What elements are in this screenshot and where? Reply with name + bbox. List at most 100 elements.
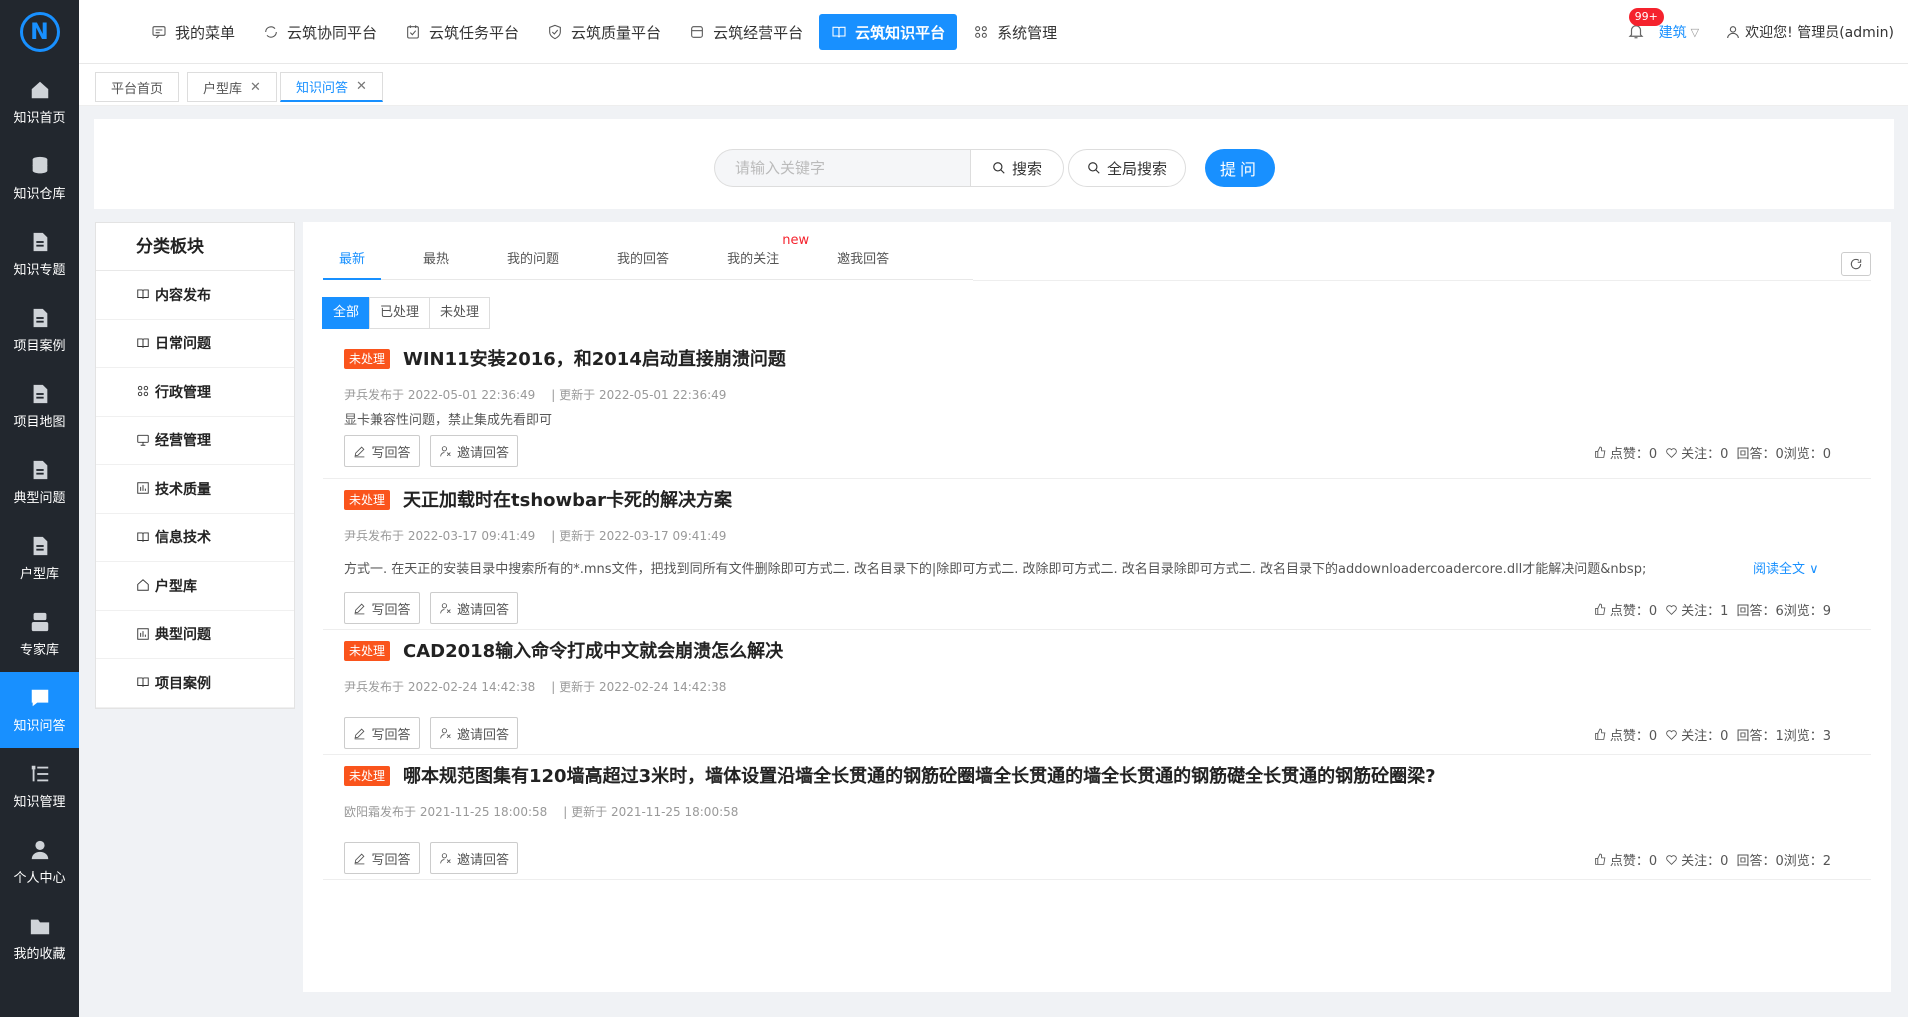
sidebar-item[interactable]: 项目地图 (0, 368, 79, 444)
topnav-item[interactable]: 我的菜单 (139, 14, 247, 50)
app-logo[interactable]: N (0, 0, 79, 64)
sidebar-item[interactable]: 知识问答 (0, 672, 79, 748)
book-icon (136, 530, 151, 545)
sidebar-item[interactable]: 知识仓库 (0, 140, 79, 216)
close-icon[interactable]: ✕ (356, 79, 367, 94)
category-item-label: 户型库 (155, 578, 197, 595)
qa-tabs: 最新 最热 我的问题 我的回答 我的关注 new 邀我回答 (323, 233, 973, 280)
top-right-area: 99+ 建筑 ▽ 欢迎您! 管理员(admin) (1627, 0, 1894, 64)
heart-icon[interactable] (1665, 446, 1678, 459)
chart-icon (136, 627, 151, 642)
category-item[interactable]: 信息技术 (96, 514, 294, 562)
write-answer-button[interactable]: 写回答 (344, 435, 420, 467)
search-button[interactable]: 搜索 (970, 149, 1064, 187)
sidebar-item[interactable]: 典型问题 (0, 444, 79, 520)
question-meta: 欧阳霜发布于 2021-11-25 18:00:58 | 更新于 2021-11-… (344, 803, 738, 820)
qa-tab[interactable]: 我的问题 (491, 240, 575, 280)
qa-tab[interactable]: 我的回答 (601, 240, 685, 280)
list-tree-icon (29, 763, 51, 785)
question-title[interactable]: 天正加载时在tshowbar卡死的解决方案 (403, 486, 732, 512)
invite-icon (440, 602, 451, 613)
updated-info: | 更新于 2022-05-01 22:36:49 (551, 388, 727, 402)
platform-nav: 我的菜单 云筑协同平台 云筑任务平台 云筑质量平台 云筑经营平台 云筑知识平台 系统管理 (139, 14, 1073, 50)
sidebar-item[interactable]: 知识首页 (0, 64, 79, 140)
close-icon[interactable]: ✕ (250, 80, 261, 95)
invite-answer-button[interactable]: 邀请回答 (430, 717, 518, 749)
heart-icon[interactable] (1665, 728, 1678, 741)
sidebar-item[interactable]: 个人中心 (0, 824, 79, 900)
category-item[interactable]: 日常问题 (96, 320, 294, 368)
refresh-button[interactable] (1841, 252, 1871, 276)
like-icon[interactable] (1594, 603, 1607, 616)
sidebar-item[interactable]: 知识管理 (0, 748, 79, 824)
topnav-item[interactable]: 云筑协同平台 (251, 14, 389, 50)
qa-tab[interactable]: 最热 (407, 240, 465, 280)
sidebar-item[interactable]: 项目案例 (0, 292, 79, 368)
page-tab-knowledge-qa[interactable]: 知识问答 ✕ (280, 72, 383, 102)
question-title[interactable]: CAD2018输入命令打成中文就会崩溃怎么解决 (403, 637, 783, 663)
topnav-item[interactable]: 云筑经营平台 (677, 14, 815, 50)
question-title[interactable]: WIN11安装2016，和2014启动直接崩溃问题 (403, 345, 786, 371)
category-item[interactable]: 典型问题 (96, 611, 294, 659)
invite-answer-button[interactable]: 邀请回答 (430, 435, 518, 467)
notification-bell[interactable]: 99+ (1627, 8, 1664, 42)
org-selector[interactable]: 建筑 ▽ (1659, 22, 1699, 42)
qa-tab[interactable]: 我的关注 new (711, 233, 809, 280)
heart-icon[interactable] (1665, 603, 1678, 616)
topnav-item[interactable]: 云筑知识平台 (819, 14, 958, 50)
status-filter: 全部 已处理 未处理 (322, 297, 491, 329)
topnav-item[interactable]: 系统管理 (961, 14, 1069, 50)
question-title[interactable]: 哪本规范图集有120墙高超过3米时，墙体设置沿墙全长贯通的钢筋砼圈墙全长贯通的墙… (403, 762, 1436, 788)
sidebar-item[interactable]: 户型库 (0, 520, 79, 596)
pen-icon (355, 853, 365, 864)
topnav-item[interactable]: 云筑任务平台 (393, 14, 531, 50)
filter-button[interactable]: 全部 (322, 297, 371, 329)
page-tab-house-library[interactable]: 户型库 ✕ (187, 72, 277, 102)
read-more-link[interactable]: 阅读全文 ∨ (1753, 558, 1819, 577)
like-icon[interactable] (1594, 728, 1607, 741)
write-answer-button[interactable]: 写回答 (344, 592, 420, 624)
sidebar-item[interactable]: 知识专题 (0, 216, 79, 292)
new-badge: new (782, 233, 810, 248)
qa-tab[interactable]: 邀我回答 (821, 240, 905, 280)
top-bar: 我的菜单 云筑协同平台 云筑任务平台 云筑质量平台 云筑经营平台 云筑知识平台 系统管理 9… (79, 0, 1908, 64)
pen-icon (355, 728, 365, 739)
category-item[interactable]: 技术质量 (96, 465, 294, 514)
welcome-text[interactable]: 欢迎您! 管理员(admin) (1745, 22, 1894, 42)
invite-icon (440, 445, 451, 456)
follows-count: 关注：0 (1681, 447, 1729, 462)
search-input[interactable] (714, 149, 974, 187)
qa-tab[interactable]: 最新 (323, 240, 382, 280)
notification-badge: 99+ (1628, 8, 1664, 26)
category-item[interactable]: 内容发布 (96, 271, 294, 320)
likes-count: 点赞：0 (1609, 854, 1658, 869)
like-icon[interactable] (1594, 853, 1607, 866)
question-item: 未处理 WIN11安装2016，和2014启动直接崩溃问题 尹兵发布于 2022-0… (323, 339, 1871, 479)
home-icon (29, 79, 51, 101)
chart-icon (136, 481, 151, 496)
sidebar-item[interactable]: 专家库 (0, 596, 79, 672)
ask-question-button[interactable]: 提问 (1205, 149, 1275, 187)
filter-button[interactable]: 未处理 (429, 297, 491, 329)
filter-button[interactable]: 已处理 (369, 297, 431, 329)
user-icon (1725, 24, 1741, 40)
sidebar-item-label: 典型问题 (13, 490, 66, 506)
page-tab-home[interactable]: 平台首页 (95, 72, 180, 102)
sidebar-item[interactable]: 我的收藏 (0, 900, 79, 976)
category-item[interactable]: 项目案例 (96, 659, 294, 708)
global-search-button[interactable]: 全局搜索 (1068, 149, 1186, 187)
book-icon (136, 336, 151, 351)
heart-icon[interactable] (1665, 853, 1678, 866)
invite-answer-button[interactable]: 邀请回答 (430, 592, 518, 624)
topnav-item-label: 我的菜单 (175, 23, 236, 42)
invite-answer-label: 邀请回答 (456, 727, 509, 743)
like-icon[interactable] (1594, 446, 1607, 459)
write-answer-button[interactable]: 写回答 (344, 842, 420, 874)
topnav-item[interactable]: 云筑质量平台 (535, 14, 673, 50)
category-item[interactable]: 经营管理 (96, 417, 294, 465)
category-item[interactable]: 户型库 (96, 562, 294, 611)
category-item[interactable]: 行政管理 (96, 368, 294, 417)
invite-answer-button[interactable]: 邀请回答 (430, 842, 518, 874)
menu-chat-icon (151, 24, 167, 40)
write-answer-button[interactable]: 写回答 (344, 717, 420, 749)
